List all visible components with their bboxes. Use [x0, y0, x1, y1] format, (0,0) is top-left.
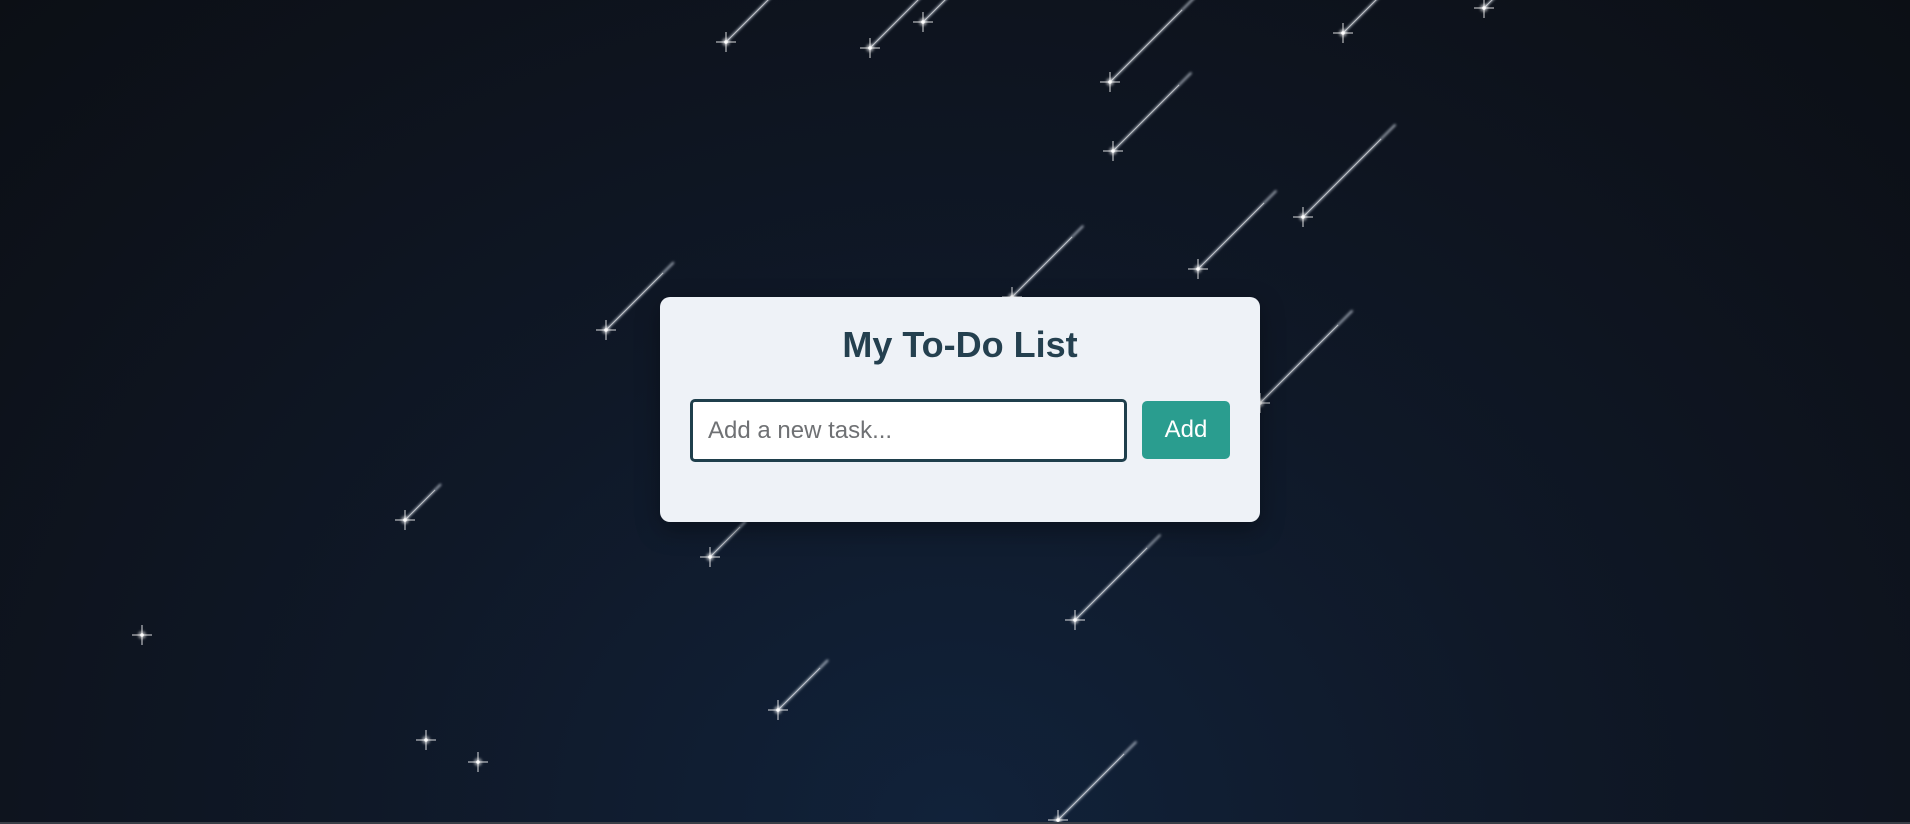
- shooting-star-icon: [1333, 0, 1378, 43]
- shooting-star-icon: [1100, 0, 1194, 92]
- shooting-star-icon: [700, 520, 747, 567]
- shooting-star-icon: [1065, 534, 1161, 630]
- page-title: My To-Do List: [842, 324, 1078, 365]
- shooting-star-icon: [1103, 72, 1192, 161]
- add-task-button[interactable]: Add: [1142, 401, 1230, 459]
- shooting-star-icon: [716, 0, 770, 52]
- shooting-star-icon: [132, 625, 152, 645]
- shooting-star-icon: [1474, 0, 1494, 18]
- shooting-star-icon: [395, 483, 442, 530]
- shooting-star-icon: [468, 752, 488, 772]
- shooting-star-icon: [1293, 124, 1396, 227]
- shooting-star-icon: [416, 730, 436, 750]
- shooting-star-icon: [1048, 741, 1137, 824]
- shooting-star-icon: [913, 0, 947, 32]
- shooting-star-icon: [1250, 310, 1353, 413]
- shooting-star-icon: [768, 659, 829, 720]
- shooting-star-icon: [860, 0, 920, 58]
- shooting-star-icon: [1188, 190, 1277, 279]
- new-task-input[interactable]: [690, 399, 1127, 462]
- shooting-star-icon: [1002, 225, 1084, 307]
- todo-card: My To-Do List Add: [660, 297, 1260, 522]
